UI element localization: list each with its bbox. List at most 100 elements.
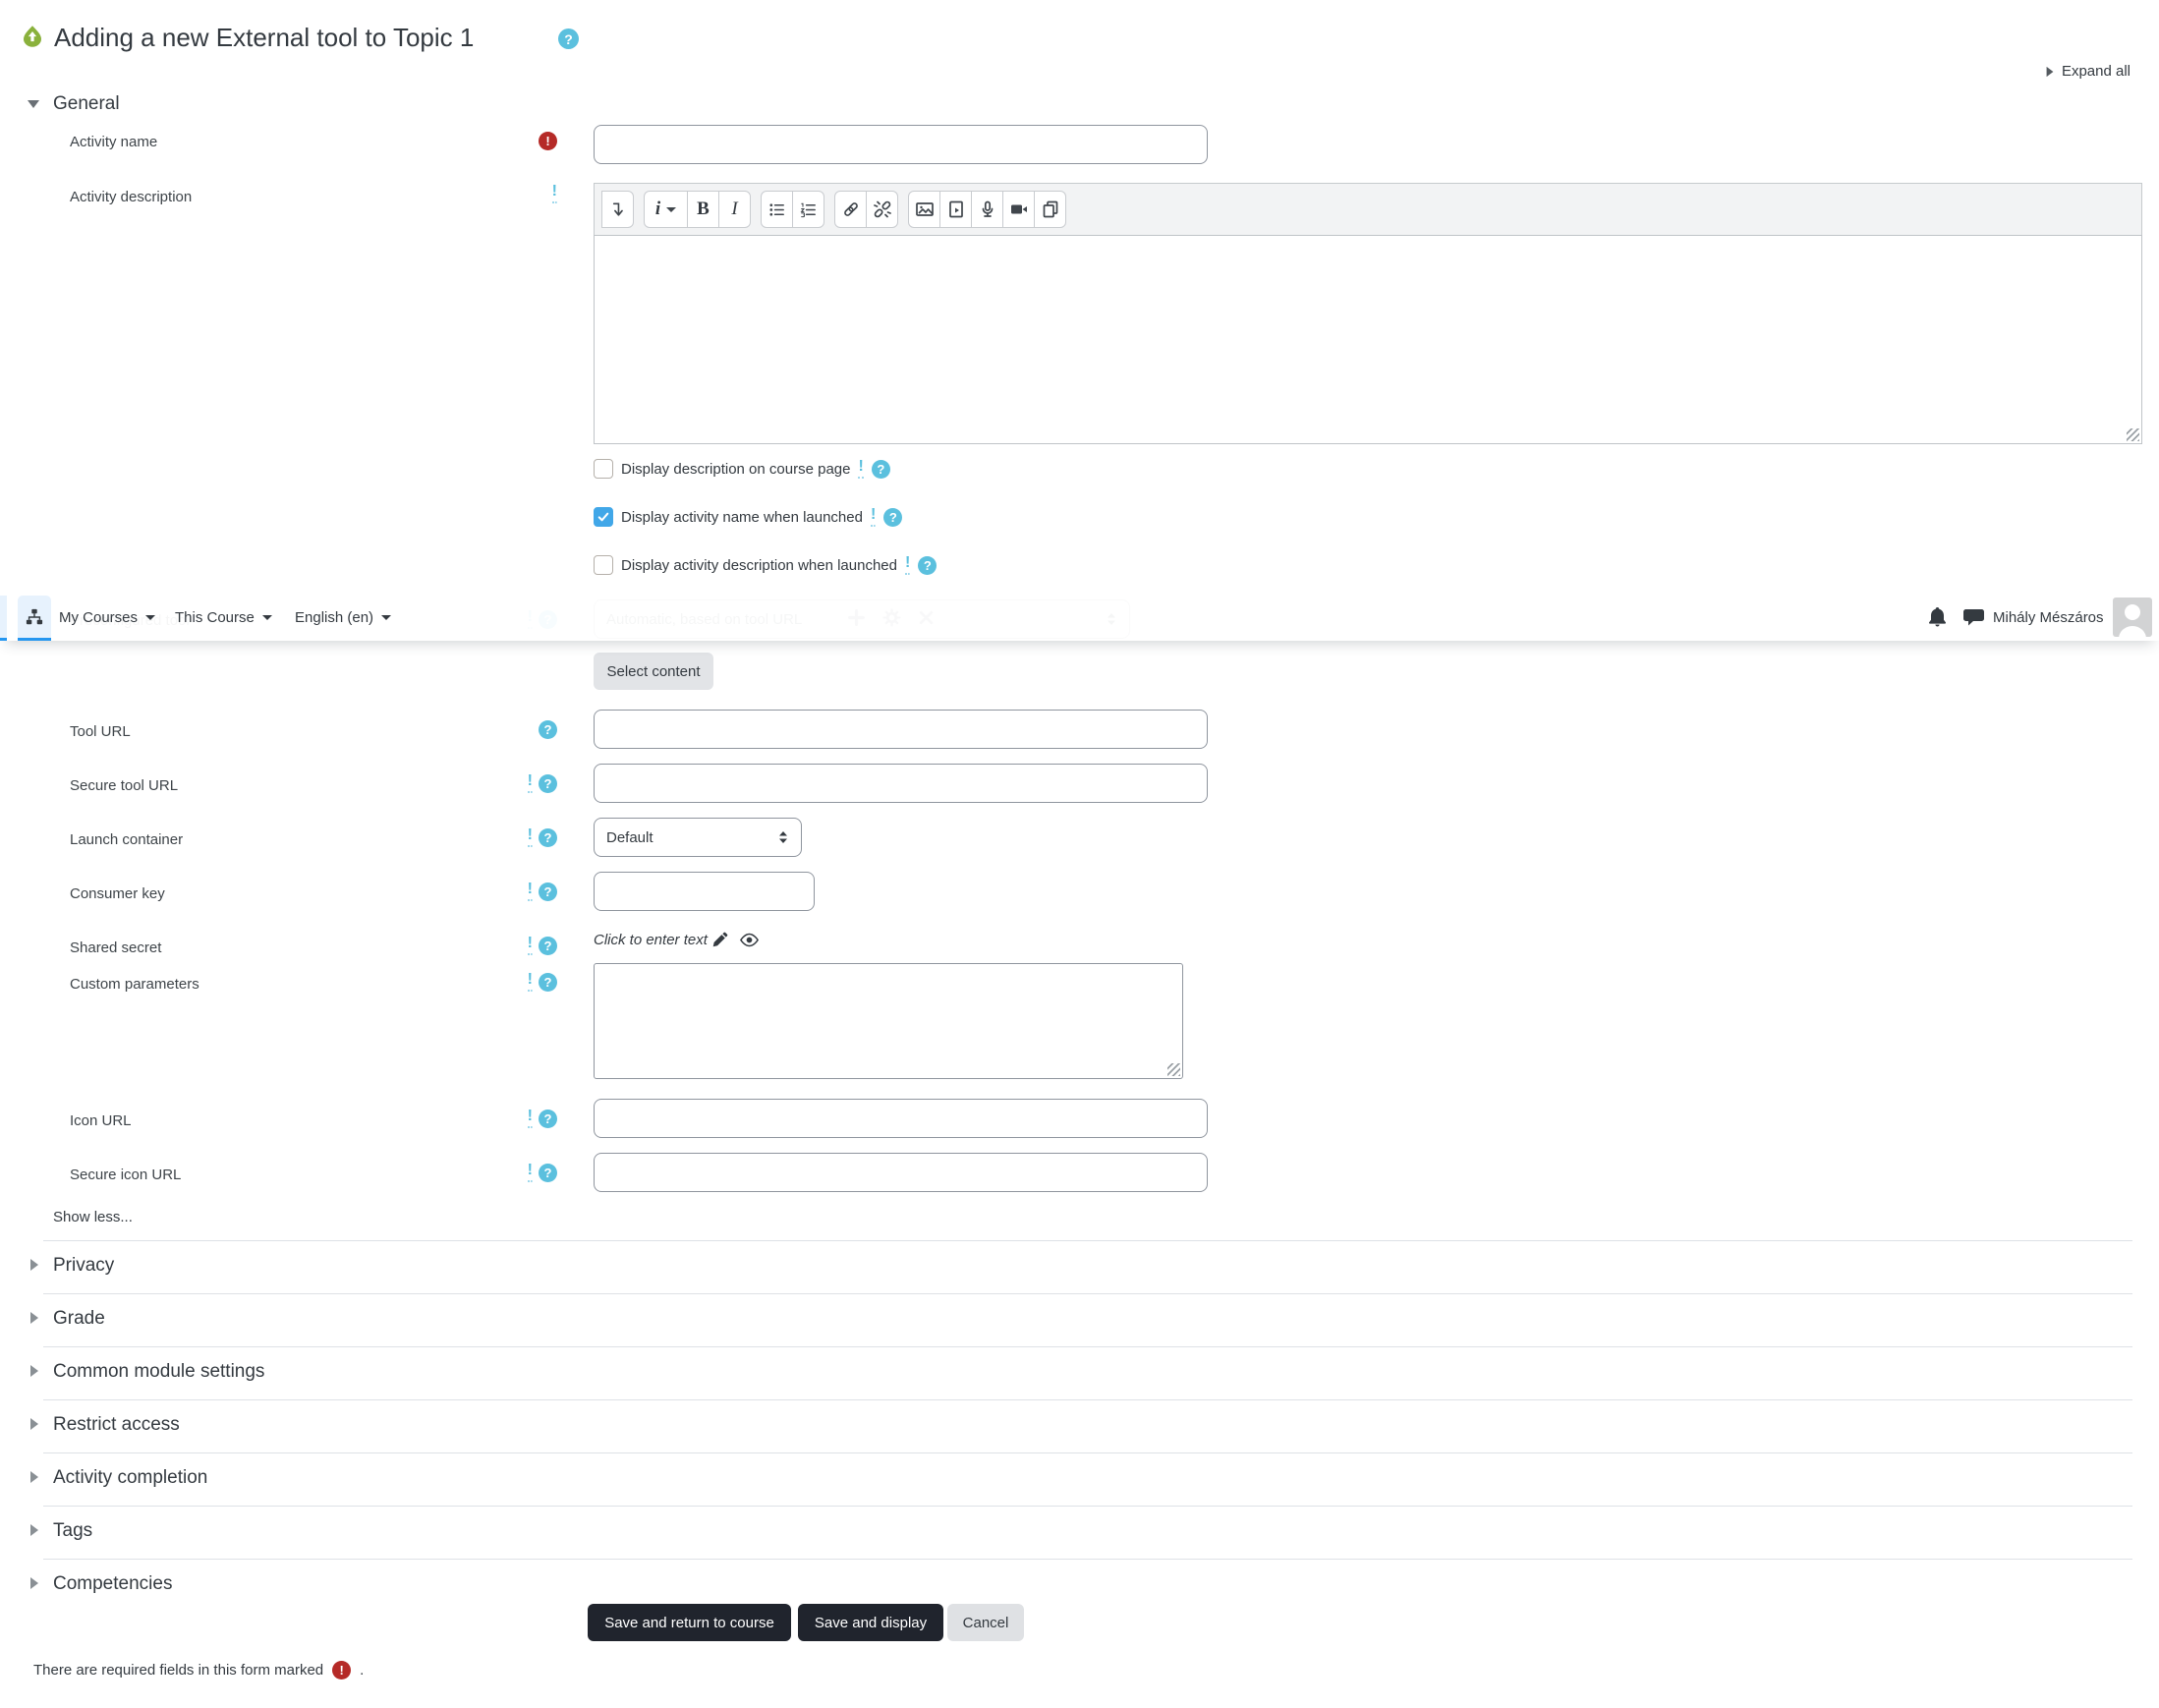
save-and-display-button[interactable]: Save and display bbox=[798, 1604, 943, 1641]
important-icon: ! bbox=[527, 826, 533, 847]
important-icon: ! bbox=[527, 1108, 533, 1128]
expand-section-icon[interactable] bbox=[30, 1471, 38, 1483]
checkbox-row-display-description[interactable]: Display description on course page ! ? bbox=[594, 458, 890, 480]
help-icon[interactable]: ? bbox=[558, 28, 579, 49]
editor-toolbar: i B I bbox=[594, 183, 2142, 236]
editor-unlink-button[interactable] bbox=[866, 191, 898, 228]
section-heading-tags[interactable]: Tags bbox=[53, 1519, 92, 1543]
expand-section-icon[interactable] bbox=[30, 1365, 38, 1377]
editor-insert-image-button[interactable] bbox=[908, 191, 940, 228]
activity-name-input[interactable] bbox=[594, 125, 1208, 164]
nav-menu-label: My Courses bbox=[59, 608, 139, 626]
help-icon[interactable]: ? bbox=[539, 827, 557, 847]
resize-handle[interactable] bbox=[2127, 428, 2139, 441]
checkbox[interactable] bbox=[594, 555, 613, 575]
important-icon: ! bbox=[527, 935, 533, 955]
help-icon[interactable]: ? bbox=[871, 459, 890, 479]
activity-description-textarea[interactable] bbox=[594, 235, 2142, 444]
expand-section-icon[interactable] bbox=[30, 1259, 38, 1271]
bold-icon: B bbox=[697, 199, 710, 219]
tool-url-input[interactable] bbox=[594, 710, 1208, 749]
user-name: Mihály Mészáros bbox=[1993, 608, 2104, 626]
notifications-bell-icon[interactable] bbox=[1927, 606, 1948, 633]
section-heading-common-module-settings[interactable]: Common module settings bbox=[53, 1360, 264, 1384]
required-fields-note: There are required fields in this form m… bbox=[33, 1661, 364, 1680]
important-icon: ! bbox=[904, 554, 911, 575]
editor-link-button[interactable] bbox=[834, 191, 867, 228]
help-icon[interactable]: ? bbox=[539, 773, 557, 793]
editor-collapse-toolbar-button[interactable] bbox=[601, 191, 634, 228]
consumer-key-input[interactable] bbox=[594, 872, 815, 911]
nav-sitemap-item[interactable] bbox=[18, 596, 51, 641]
section-heading-general[interactable]: General bbox=[53, 92, 120, 116]
select-content-button[interactable]: Select content bbox=[594, 653, 713, 690]
editor-manage-files-button[interactable] bbox=[1034, 191, 1066, 228]
activity-description-label: Activity description bbox=[70, 189, 193, 205]
expand-section-icon[interactable] bbox=[30, 1524, 38, 1536]
checkbox[interactable] bbox=[594, 459, 613, 479]
edit-pencil-icon[interactable] bbox=[711, 931, 728, 952]
required-icon: ! bbox=[539, 131, 557, 150]
section-heading-privacy[interactable]: Privacy bbox=[53, 1254, 114, 1278]
help-icon[interactable]: ? bbox=[539, 1163, 557, 1182]
consumer-key-label: Consumer key bbox=[70, 885, 165, 902]
collapse-general-icon[interactable] bbox=[28, 100, 39, 108]
divider bbox=[43, 1559, 2132, 1560]
help-icon[interactable]: ? bbox=[539, 719, 557, 739]
section-heading-restrict-access[interactable]: Restrict access bbox=[53, 1413, 180, 1437]
section-heading-competencies[interactable]: Competencies bbox=[53, 1572, 172, 1596]
expand-section-icon[interactable] bbox=[30, 1312, 38, 1324]
nav-item-partial[interactable] bbox=[0, 596, 7, 641]
nav-menu-label: This Course bbox=[175, 608, 255, 626]
secure-icon-url-label: Secure icon URL bbox=[70, 1167, 182, 1183]
editor-italic-button[interactable]: I bbox=[718, 191, 751, 228]
avatar[interactable] bbox=[2113, 598, 2152, 637]
expand-all-link[interactable]: Expand all bbox=[1965, 63, 2131, 80]
nav-menu-this-course[interactable]: This Course bbox=[175, 594, 272, 641]
important-icon: ! bbox=[858, 458, 864, 479]
section-heading-grade[interactable]: Grade bbox=[53, 1307, 105, 1331]
checkbox-label: Display activity description when launch… bbox=[621, 556, 897, 574]
help-icon[interactable]: ? bbox=[539, 882, 557, 901]
checkbox-row-display-activity-description[interactable]: Display activity description when launch… bbox=[594, 554, 937, 576]
expand-section-icon[interactable] bbox=[30, 1577, 38, 1589]
chevron-down-icon bbox=[666, 206, 677, 212]
save-and-return-button[interactable]: Save and return to course bbox=[588, 1604, 791, 1641]
editor-record-audio-button[interactable] bbox=[971, 191, 1003, 228]
reveal-eye-icon[interactable] bbox=[739, 933, 760, 952]
section-heading-activity-completion[interactable]: Activity completion bbox=[53, 1466, 207, 1490]
secure-icon-url-input[interactable] bbox=[594, 1153, 1208, 1192]
nav-menu-language[interactable]: English (en) bbox=[295, 594, 392, 641]
resize-handle[interactable] bbox=[1167, 1063, 1180, 1076]
launch-container-select[interactable]: Default bbox=[594, 818, 802, 857]
editor-insert-media-button[interactable] bbox=[939, 191, 972, 228]
important-icon: ! bbox=[527, 1162, 533, 1182]
nav-menu-my-courses[interactable]: My Courses bbox=[59, 594, 156, 641]
cancel-button[interactable]: Cancel bbox=[947, 1604, 1024, 1641]
help-icon[interactable]: ? bbox=[539, 936, 557, 955]
editor-unordered-list-button[interactable] bbox=[761, 191, 793, 228]
checkbox-row-display-activity-name[interactable]: Display activity name when launched ! ? bbox=[594, 506, 903, 528]
sticky-navbar: My Courses This Course English (en) Mihá… bbox=[0, 594, 2159, 641]
show-less-link[interactable]: Show less... bbox=[53, 1209, 133, 1225]
icon-url-input[interactable] bbox=[594, 1099, 1208, 1138]
messages-chat-icon[interactable] bbox=[1962, 608, 1985, 632]
required-note-suffix: . bbox=[360, 1662, 365, 1679]
shared-secret-label: Shared secret bbox=[70, 939, 162, 956]
editor-ordered-list-button[interactable] bbox=[792, 191, 824, 228]
editor-record-video-button[interactable] bbox=[1002, 191, 1035, 228]
checkbox[interactable] bbox=[594, 507, 613, 527]
help-icon[interactable]: ? bbox=[883, 507, 903, 527]
user-menu[interactable]: Mihály Mészáros bbox=[1993, 594, 2104, 641]
secure-tool-url-input[interactable] bbox=[594, 764, 1208, 803]
editor-bold-button[interactable]: B bbox=[687, 191, 719, 228]
custom-parameters-textarea[interactable] bbox=[594, 963, 1183, 1079]
editor-paragraph-styles-button[interactable]: i bbox=[644, 191, 688, 228]
help-icon[interactable]: ? bbox=[539, 972, 557, 992]
chevron-down-icon bbox=[381, 614, 392, 620]
help-icon[interactable]: ? bbox=[539, 1109, 557, 1128]
shared-secret-inline-edit[interactable]: Click to enter text bbox=[594, 932, 708, 948]
help-icon[interactable]: ? bbox=[918, 555, 937, 575]
divider bbox=[43, 1452, 2132, 1453]
expand-section-icon[interactable] bbox=[30, 1418, 38, 1430]
